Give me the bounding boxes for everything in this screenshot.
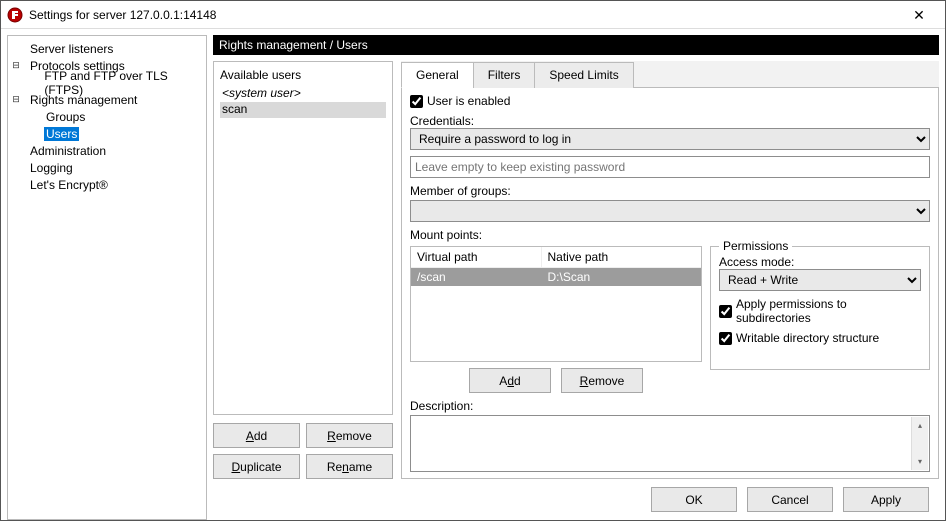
member-groups-select[interactable] bbox=[410, 200, 930, 222]
apply-subdirs-checkbox[interactable]: Apply permissions to subdirectories bbox=[719, 297, 921, 325]
access-mode-select[interactable]: Read + Write bbox=[719, 269, 921, 291]
available-users-label: Available users bbox=[220, 68, 386, 82]
tree-rights[interactable]: Rights management bbox=[28, 93, 139, 107]
permissions-legend: Permissions bbox=[719, 239, 792, 253]
tab-general[interactable]: General bbox=[401, 62, 474, 88]
tree-server-listeners[interactable]: Server listeners bbox=[28, 42, 115, 56]
settings-tree[interactable]: Server listeners ⊟Protocols settings FTP… bbox=[7, 35, 207, 520]
writable-structure-checkbox[interactable]: Writable directory structure bbox=[719, 331, 921, 345]
access-mode-label: Access mode: bbox=[719, 255, 921, 269]
window-title: Settings for server 127.0.0.1:14148 bbox=[29, 8, 899, 22]
cancel-button[interactable]: Cancel bbox=[747, 487, 833, 512]
close-icon[interactable]: ✕ bbox=[899, 1, 939, 28]
list-item[interactable]: <system user> bbox=[220, 86, 386, 102]
rename-user-button[interactable]: Rename bbox=[306, 454, 393, 479]
password-field[interactable] bbox=[410, 156, 930, 178]
table-row[interactable]: /scan D:\Scan bbox=[411, 268, 701, 286]
col-native-path: Native path bbox=[542, 247, 702, 267]
collapse-icon[interactable]: ⊟ bbox=[10, 94, 22, 105]
credentials-select[interactable]: Require a password to log in bbox=[410, 128, 930, 150]
section-header: Rights management / Users bbox=[213, 35, 939, 55]
tab-speed-limits[interactable]: Speed Limits bbox=[534, 62, 633, 88]
description-field[interactable]: ▴▾ bbox=[410, 415, 930, 472]
list-item[interactable]: scan bbox=[220, 102, 386, 118]
remove-user-button[interactable]: Remove bbox=[306, 423, 393, 448]
app-icon bbox=[7, 7, 23, 23]
apply-button[interactable]: Apply bbox=[843, 487, 929, 512]
mount-points-table[interactable]: Virtual path Native path /scan D:\Scan bbox=[410, 246, 702, 362]
tree-letsencrypt[interactable]: Let's Encrypt® bbox=[28, 178, 110, 192]
tree-logging[interactable]: Logging bbox=[28, 161, 75, 175]
tree-groups[interactable]: Groups bbox=[44, 110, 87, 124]
scrollbar[interactable]: ▴▾ bbox=[911, 417, 928, 470]
tree-users[interactable]: Users bbox=[44, 127, 79, 141]
available-users-list[interactable]: Available users <system user> scan bbox=[213, 61, 393, 415]
ok-button[interactable]: OK bbox=[651, 487, 737, 512]
tree-admin[interactable]: Administration bbox=[28, 144, 108, 158]
scroll-up-icon[interactable]: ▴ bbox=[918, 417, 922, 434]
member-groups-label: Member of groups: bbox=[410, 184, 930, 198]
user-enabled-checkbox[interactable]: User is enabled bbox=[410, 94, 930, 108]
duplicate-user-button[interactable]: Duplicate bbox=[213, 454, 300, 479]
add-mount-button[interactable]: Add bbox=[469, 368, 551, 393]
remove-mount-button[interactable]: Remove bbox=[561, 368, 643, 393]
user-tabs: General Filters Speed Limits bbox=[401, 61, 939, 88]
col-virtual-path: Virtual path bbox=[411, 247, 542, 267]
tab-filters[interactable]: Filters bbox=[473, 62, 536, 88]
mount-points-label: Mount points: bbox=[410, 228, 930, 242]
credentials-label: Credentials: bbox=[410, 114, 930, 128]
scroll-down-icon[interactable]: ▾ bbox=[918, 453, 922, 470]
description-label: Description: bbox=[410, 399, 930, 413]
permissions-group: Permissions Access mode: Read + Write Ap… bbox=[710, 246, 930, 370]
add-user-button[interactable]: Add bbox=[213, 423, 300, 448]
collapse-icon[interactable]: ⊟ bbox=[10, 60, 22, 71]
